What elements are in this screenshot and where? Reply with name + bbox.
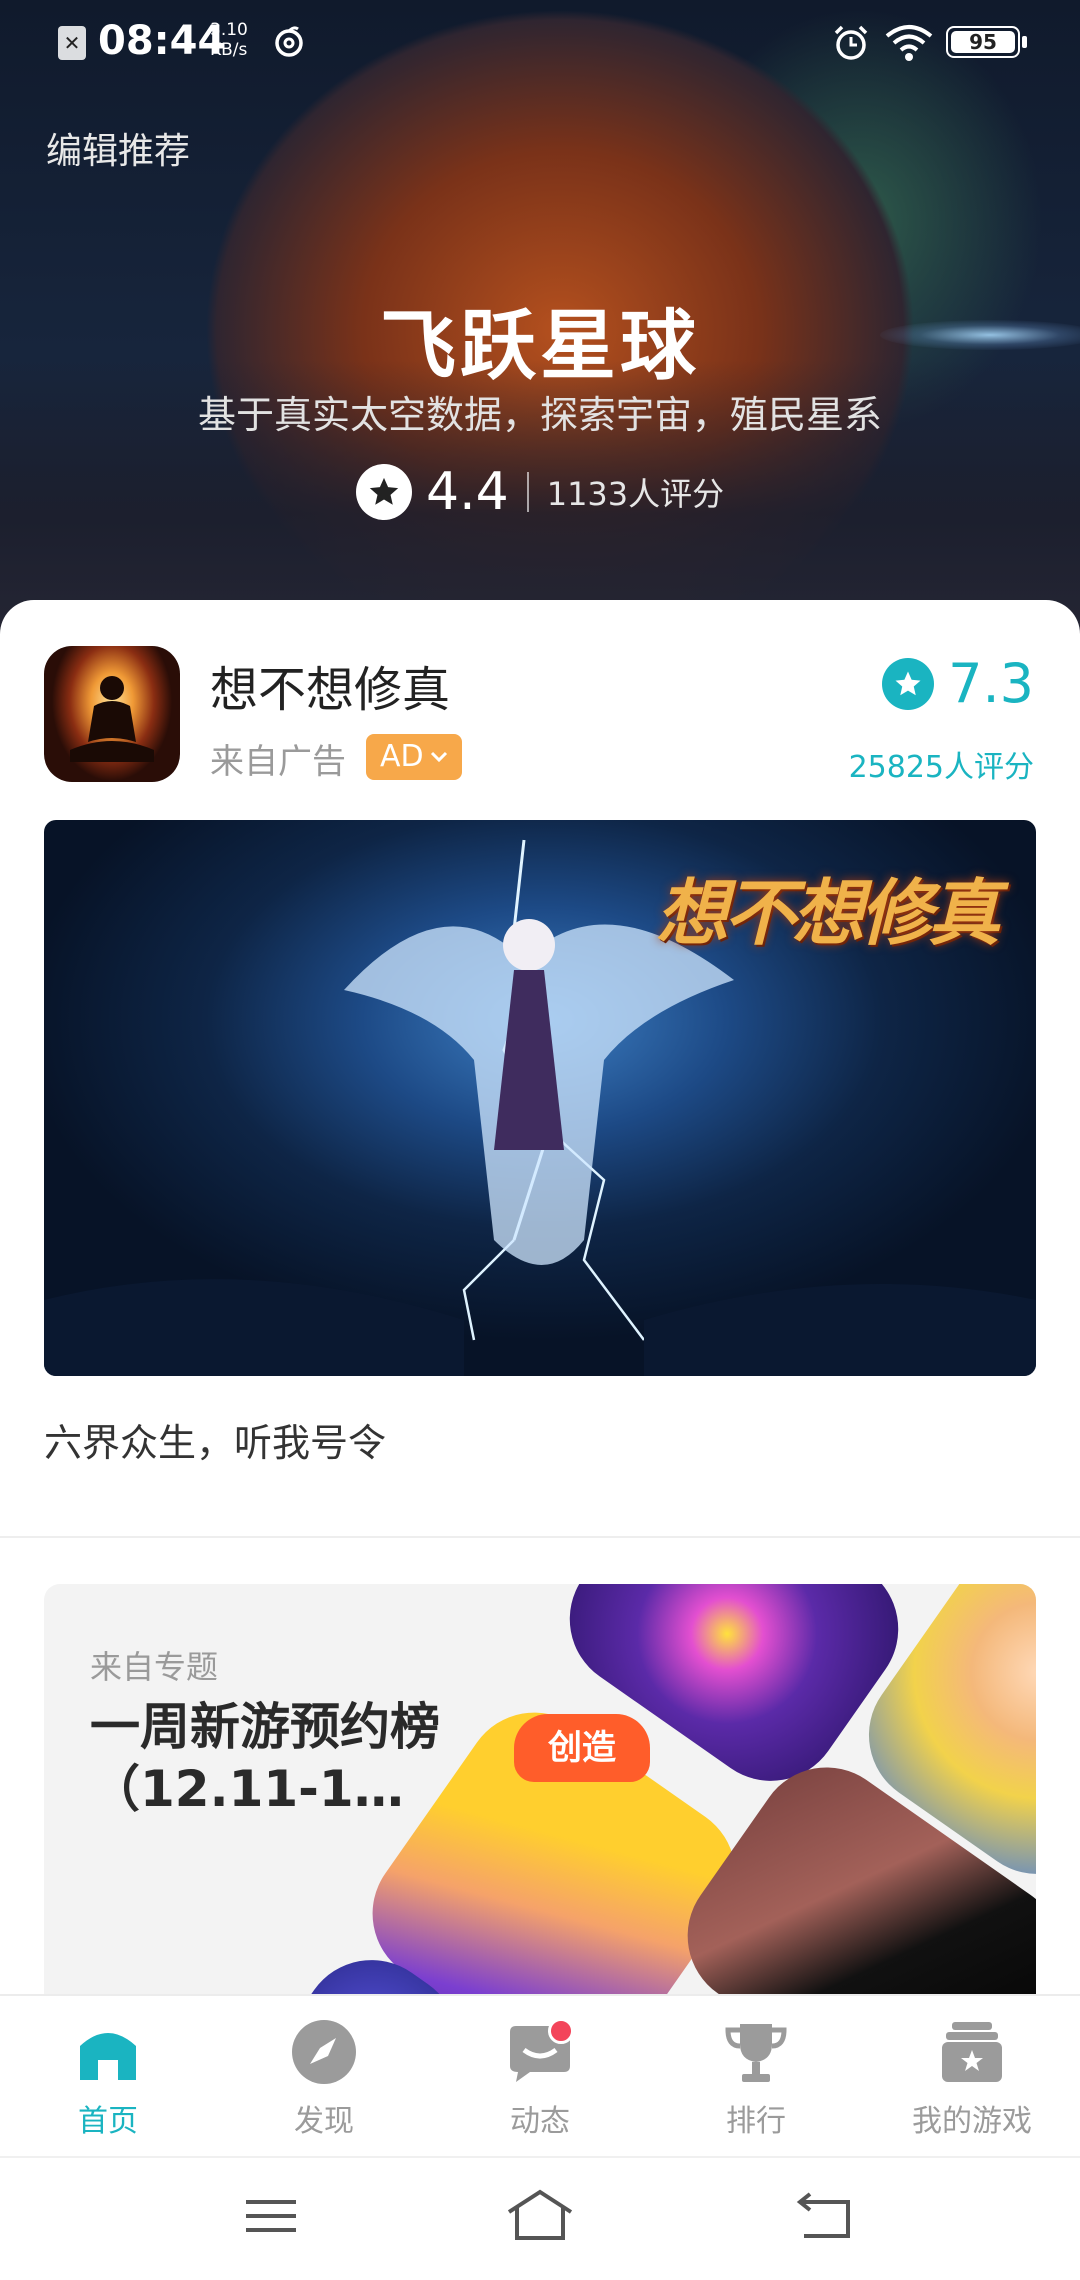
- app-score: 7.3: [948, 652, 1034, 715]
- nav-feed[interactable]: 动态: [432, 1996, 648, 2156]
- star-icon: [356, 464, 412, 520]
- home-icon: [80, 2033, 136, 2080]
- create-badge: 创造: [514, 1714, 650, 1782]
- hero-rating: 4.4 1133人评分: [356, 462, 724, 522]
- home-button-icon[interactable]: [505, 2186, 575, 2246]
- notification-dot: [548, 2018, 574, 2044]
- banner-logo: 想不想修真: [655, 870, 1000, 955]
- ad-badge[interactable]: AD: [366, 734, 462, 780]
- hero-rating-count: 1133人评分: [546, 475, 725, 513]
- network-speed-value: 3.10: [210, 20, 248, 40]
- status-time: 08:44: [98, 18, 226, 64]
- compass-icon: [292, 2020, 356, 2084]
- app-banner-image[interactable]: 想不想修真: [44, 820, 1036, 1376]
- featured-banner[interactable]: ✕ 08:44 3.10 KB/s 95 编辑推荐 飞跃星球 基于真实太空数据，…: [0, 0, 1080, 640]
- app-rating-count: 25825人评分: [848, 750, 1034, 785]
- rating-divider: [526, 472, 529, 512]
- content-sheet: 想不想修真 来自广告 AD 7.3 25825人评分 想不想修真 六界众生，听我…: [0, 600, 1080, 2024]
- chevron-down-icon: [430, 751, 447, 763]
- nav-label-my-games: 我的游戏: [912, 2104, 1032, 2139]
- hero-subtitle: 基于真实太空数据，探索宇宙，殖民星系: [197, 393, 882, 437]
- app-name[interactable]: 想不想修真: [210, 650, 450, 720]
- network-speed-unit: KB/s: [210, 40, 248, 60]
- ad-app-card[interactable]: 想不想修真 来自广告 AD 7.3 25825人评分 想不想修真 六界众生，听我…: [0, 600, 1080, 1535]
- trophy-icon: [725, 2024, 787, 2082]
- wifi-icon: [885, 25, 933, 61]
- app-source: 来自广告: [210, 742, 346, 782]
- network-speed: 3.10 KB/s: [210, 20, 248, 60]
- nav-my-games[interactable]: 我的游戏: [864, 1996, 1080, 2156]
- battery-icon: 95: [946, 26, 1020, 58]
- topic-title: 一周新游预约榜（12.11-1…: [90, 1698, 440, 1818]
- nav-label-discover: 发现: [294, 2104, 354, 2139]
- hero-label: 编辑推荐: [46, 131, 191, 172]
- app-description: 六界众生，听我号令: [44, 1421, 387, 1465]
- nav-home[interactable]: 首页: [0, 1996, 216, 2156]
- nav-label-home: 首页: [78, 2104, 138, 2139]
- app-icon[interactable]: [44, 646, 180, 782]
- system-nav-bar: [0, 2156, 1080, 2280]
- menu-icon[interactable]: [236, 2186, 306, 2246]
- sim-missing-icon: ✕: [58, 26, 86, 60]
- status-bar: ✕ 08:44 3.10 KB/s 95: [0, 0, 1080, 84]
- topic-card[interactable]: 创造 来自专题 一周新游预约榜（12.11-1…: [44, 1584, 1036, 2024]
- nav-discover[interactable]: 发现: [216, 1996, 432, 2156]
- battery-tip: [1022, 36, 1027, 48]
- nav-ranking[interactable]: 排行: [648, 1996, 864, 2156]
- app-screen: ✕ 08:44 3.10 KB/s 95 编辑推荐 飞跃星球 基于真实太空数据，…: [0, 0, 1080, 2280]
- netease-music-icon: [275, 26, 303, 57]
- back-icon[interactable]: [790, 2186, 860, 2246]
- star-icon: [882, 657, 935, 710]
- ad-label: AD: [380, 739, 424, 774]
- nav-label-feed: 动态: [510, 2104, 570, 2139]
- bottom-nav: 首页 发现 动态 排行 我的游戏: [0, 1994, 1080, 2154]
- battery-level: 95: [951, 31, 1015, 53]
- topic-source: 来自专题: [90, 1648, 219, 1686]
- section-divider: [0, 1536, 1080, 1538]
- alarm-icon: [834, 25, 868, 60]
- hero-title: 飞跃星球: [380, 301, 700, 390]
- hero-score: 4.4: [426, 462, 509, 522]
- app-rating: 7.3: [882, 652, 1034, 715]
- game-box-icon: [942, 2022, 1002, 2082]
- nav-label-ranking: 排行: [726, 2104, 786, 2139]
